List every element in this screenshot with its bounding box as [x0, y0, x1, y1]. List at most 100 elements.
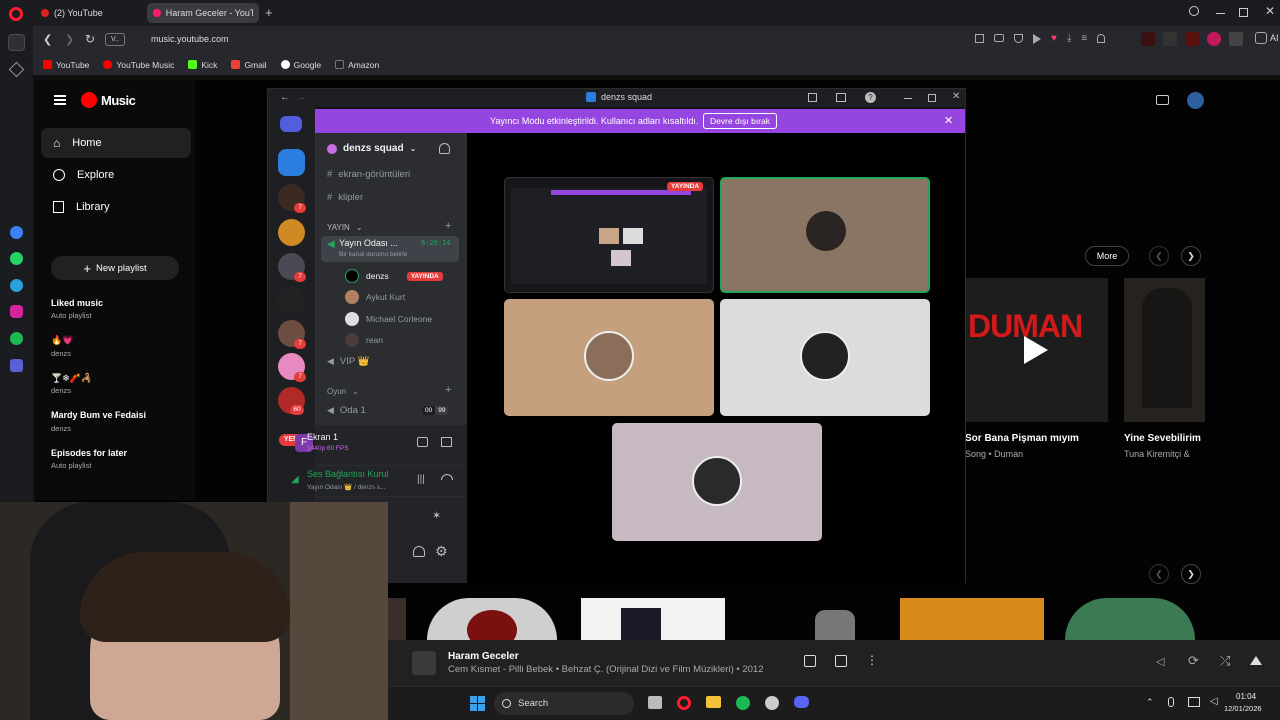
forward-icon[interactable]: → — [296, 92, 306, 103]
dislike-icon[interactable] — [804, 655, 816, 667]
microphone-icon[interactable] — [1168, 697, 1174, 707]
nav-explore[interactable]: Explore — [41, 160, 191, 190]
playlist-title[interactable]: Mardy Bum ve Fedaisi — [51, 410, 146, 420]
add-channel-icon[interactable]: + — [445, 384, 451, 396]
bookmark-amazon[interactable]: Amazon — [335, 60, 379, 70]
tab-ytmusic[interactable]: Haram Geceler - YouT — [147, 3, 259, 23]
stream-settings-icon[interactable] — [441, 437, 452, 447]
player-icon[interactable] — [10, 359, 23, 372]
text-channel[interactable]: # ekran-görüntüleri — [327, 169, 410, 180]
participant-tile-speaking[interactable] — [720, 177, 930, 293]
whatsapp-icon[interactable] — [10, 252, 23, 265]
voice-channel-active[interactable]: ◀ Yayın Odası ... 6:20:14 Bir kanal duru… — [321, 236, 459, 262]
clock-time[interactable]: 01:04 — [1236, 692, 1256, 701]
close-button[interactable]: ✕ — [952, 91, 960, 102]
site-info-chip[interactable]: V.. — [105, 33, 125, 46]
settings-gear-icon[interactable]: ⚙ — [435, 543, 448, 560]
voice-user[interactable]: rean — [345, 333, 383, 347]
tray-chevron-icon[interactable]: ⌃ — [1146, 697, 1154, 708]
bookmark-gmail[interactable]: Gmail — [231, 60, 267, 70]
instagram-icon[interactable] — [10, 305, 23, 318]
category-header[interactable]: YAYIN ⌄ — [327, 223, 363, 232]
inbox-icon[interactable] — [808, 93, 817, 102]
menu-icon[interactable]: ≡ — [1081, 34, 1087, 44]
screen-icon[interactable] — [836, 93, 846, 102]
discord-icon[interactable] — [794, 696, 809, 708]
spotify-icon[interactable] — [736, 696, 750, 710]
file-explorer-icon[interactable] — [706, 696, 721, 708]
playlist-title[interactable]: 🍸❄🧨🦂 — [51, 373, 92, 384]
start-icon[interactable] — [470, 696, 485, 711]
profile-icon[interactable] — [1097, 34, 1106, 43]
back-icon[interactable]: ❮ — [43, 33, 52, 46]
download-icon[interactable]: ⤓ — [1067, 34, 1071, 44]
playlist-title[interactable]: Episodes for later — [51, 448, 127, 458]
album-thumb[interactable] — [900, 598, 1044, 640]
reload-icon[interactable]: ↻ — [85, 32, 95, 46]
text-channel[interactable]: # klipler — [327, 192, 363, 203]
heart-icon[interactable]: ♥ — [1051, 34, 1057, 44]
stop-stream-icon[interactable] — [417, 437, 428, 447]
maximize-button[interactable] — [1239, 8, 1248, 17]
add-member-icon[interactable] — [439, 143, 450, 154]
ai-button[interactable]: AI — [1255, 32, 1279, 44]
close-banner-icon[interactable]: ✕ — [944, 114, 953, 127]
screen-share-tile[interactable]: YAYINDA — [504, 177, 714, 293]
server-header[interactable]: denzs squad ⌄ — [327, 143, 416, 154]
voice-channel[interactable]: ◀ VIP 👑 — [327, 356, 370, 367]
ytmusic-logo[interactable]: Music — [81, 92, 136, 108]
expand-player-icon[interactable] — [1250, 656, 1262, 665]
activity-icon[interactable]: ✶ — [432, 509, 441, 522]
participant-tile[interactable] — [720, 299, 930, 416]
voice-user[interactable]: Michael Corleone — [345, 312, 432, 326]
playlist-title[interactable]: Liked music — [51, 298, 103, 308]
album-thumb[interactable] — [815, 610, 855, 640]
clock-date[interactable]: 12/01/2026 — [1224, 704, 1262, 713]
telegram-icon[interactable] — [10, 279, 23, 292]
album-card[interactable]: DUMAN — [966, 278, 1108, 422]
now-playing-art[interactable] — [412, 651, 436, 675]
server-icon[interactable] — [278, 287, 305, 314]
new-tab-button[interactable]: + — [265, 5, 273, 20]
more-options-icon[interactable]: ⋮ — [866, 653, 878, 667]
disconnect-icon[interactable] — [441, 474, 453, 480]
close-button[interactable]: ✕ — [1265, 4, 1275, 18]
volume-icon[interactable]: ◁ — [1156, 655, 1164, 668]
bookmark-youtube-music[interactable]: YouTube Music — [103, 60, 174, 70]
home-icon[interactable] — [8, 34, 25, 51]
voice-status-prompt[interactable]: Bir kanal durumu belirle — [339, 251, 407, 258]
carousel-prev-icon[interactable]: ❮ — [1149, 246, 1169, 266]
extension-icon[interactable] — [1163, 32, 1177, 46]
extension-icon[interactable] — [1229, 32, 1243, 46]
carousel-prev-icon[interactable]: ❮ — [1149, 564, 1169, 584]
network-icon[interactable] — [1188, 697, 1200, 707]
server-icon[interactable] — [278, 219, 305, 246]
headphones-icon[interactable] — [413, 546, 425, 557]
voice-user[interactable]: Aykut Kurt — [345, 290, 405, 304]
bookmark-google[interactable]: Google — [280, 60, 321, 70]
play-icon[interactable] — [1024, 336, 1048, 364]
bookmark-kick[interactable]: Kick — [188, 60, 217, 70]
carousel-next-icon[interactable]: ❯ — [1181, 564, 1201, 584]
tab-youtube[interactable]: (2) YouTube — [35, 3, 143, 23]
like-icon[interactable] — [835, 655, 847, 667]
shield-icon[interactable] — [1014, 34, 1023, 43]
cast-icon[interactable] — [1156, 95, 1169, 105]
url-field[interactable]: music.youtube.com — [151, 34, 229, 44]
hamburger-icon[interactable] — [54, 95, 66, 105]
extension-icon[interactable] — [1207, 32, 1221, 46]
extension-icon[interactable] — [1185, 32, 1199, 46]
spotify-icon[interactable] — [10, 332, 23, 345]
participant-tile[interactable] — [504, 299, 714, 416]
edit-icon[interactable] — [975, 34, 984, 43]
opera-logo-icon[interactable] — [9, 7, 23, 21]
repeat-icon[interactable]: ⟳ — [1188, 653, 1199, 669]
voice-channel[interactable]: ◀ Oda 1 — [327, 405, 366, 416]
minimize-button[interactable] — [904, 98, 912, 99]
pin-icon[interactable] — [8, 61, 25, 78]
nav-library[interactable]: Library — [41, 192, 191, 222]
opera-icon[interactable] — [677, 696, 691, 710]
more-button[interactable]: More — [1085, 246, 1129, 266]
steam-icon[interactable] — [765, 696, 779, 710]
disable-streamer-mode-button[interactable]: Devre dışı bırak — [703, 113, 777, 129]
